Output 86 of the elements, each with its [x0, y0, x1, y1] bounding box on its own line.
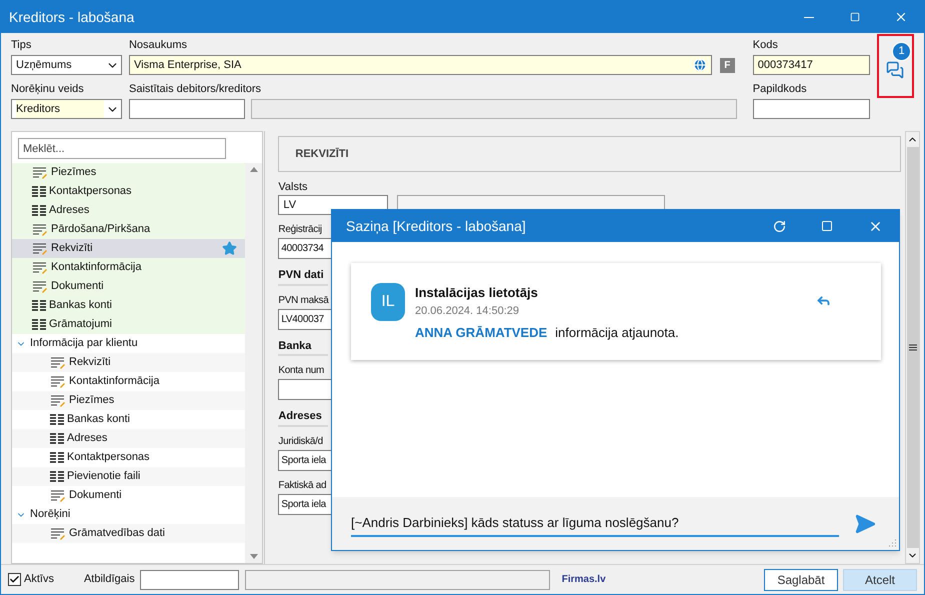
tree-item[interactable]: Rekvizīti	[12, 353, 245, 372]
message-input[interactable]: [~Andris Darbinieks] kāds statuss ar līguma noslēgšanu?	[351, 510, 839, 536]
notification-badge: 1	[892, 42, 912, 61]
active-checkbox[interactable]: Aktīvs	[8, 571, 54, 588]
resize-grip-icon[interactable]	[887, 538, 897, 548]
tree-item[interactable]: Adreses	[12, 201, 245, 220]
form-icon	[50, 490, 66, 502]
message-time: 20.06.2024. 14:50:29	[415, 304, 520, 318]
message-author: Instalācijas lietotājs	[415, 284, 539, 302]
maximize-icon[interactable]	[821, 220, 833, 232]
form-icon	[50, 394, 66, 406]
form-icon	[50, 528, 66, 540]
code-field[interactable]: 000373417	[752, 55, 870, 75]
grip-icon	[908, 344, 917, 351]
table-icon	[50, 452, 64, 464]
field-label: Konta num	[278, 364, 324, 378]
name-field[interactable]: Visma Enterprise, SIA	[128, 55, 712, 75]
form-icon	[32, 262, 48, 274]
field-label: Saistītais debitors/kreditors	[128, 82, 262, 97]
section-heading: Adreses	[278, 408, 328, 426]
star-icon[interactable]	[222, 241, 237, 256]
section-header: REKVIZĪTI	[278, 136, 902, 172]
tree-item[interactable]: Grāmatojumi	[12, 315, 245, 334]
table-icon	[32, 300, 46, 312]
message-text: ANNA GRĀMATVEDE informācija atjaunota.	[415, 324, 680, 342]
linked-creditor-field[interactable]	[128, 99, 245, 119]
tree-item[interactable]: Kontaktinformācija	[12, 258, 245, 277]
table-icon	[32, 186, 46, 198]
field-label: PVN maksā	[278, 294, 328, 308]
window-title: Kreditors - labošana	[9, 8, 136, 26]
maximize-icon[interactable]	[850, 12, 860, 22]
form-icon	[50, 376, 66, 388]
send-icon[interactable]	[854, 512, 876, 534]
save-button[interactable]: Saglabāt	[764, 568, 838, 590]
form-icon	[50, 356, 66, 368]
section-heading: Banka	[278, 338, 328, 356]
tree-item[interactable]: Bankas konti	[12, 296, 245, 315]
tree-item[interactable]: Pievienotie faili	[12, 467, 245, 486]
form-icon	[32, 280, 48, 292]
scrollbar[interactable]	[905, 131, 920, 564]
search-field[interactable]: Meklēt...	[18, 138, 226, 159]
tree-item[interactable]: Pārdošana/Pirkšana	[12, 220, 245, 239]
table-icon	[50, 470, 64, 482]
dialog-title: Saziņa [Kreditors - labošana]	[346, 216, 527, 236]
globe-icon[interactable]	[692, 58, 707, 72]
tree-item[interactable]: Grāmatvedības dati	[12, 524, 245, 543]
form-icon	[32, 224, 48, 236]
message-composer[interactable]: [~Andris Darbinieks] kāds statuss ar līguma noslēgšanu?	[332, 497, 899, 550]
f-badge[interactable]: F	[720, 58, 735, 72]
chat-icon[interactable]	[886, 61, 904, 79]
account-type-select[interactable]: Kreditors	[11, 99, 122, 119]
tree-group[interactable]: Informācija par klientu	[12, 334, 245, 353]
tree-item[interactable]: Piezīmes	[12, 163, 245, 182]
field-label: Reģistrācij	[278, 223, 322, 237]
field-label: Nosaukums	[128, 38, 188, 53]
cancel-button[interactable]: Atcelt	[843, 568, 917, 590]
responsible-field[interactable]	[140, 570, 239, 590]
tree-item[interactable]: Adreses	[12, 429, 245, 448]
field-label: Papildkods	[752, 82, 808, 97]
tree-item[interactable]: Kontaktpersonas	[12, 182, 245, 201]
table-icon	[50, 414, 64, 426]
tree-item[interactable]: Rekvizīti	[12, 239, 245, 258]
field-label: Atbildīgais	[84, 572, 135, 588]
close-icon[interactable]	[894, 10, 908, 24]
table-icon	[32, 318, 46, 330]
field-label: Faktiskā ad	[278, 478, 326, 492]
field-label: Tips	[11, 38, 32, 53]
table-icon	[50, 432, 64, 444]
tree-item[interactable]: Dokumenti	[12, 277, 245, 296]
section-heading: PVN dati	[278, 267, 328, 286]
tree-group[interactable]: Norēķini	[12, 505, 245, 524]
refresh-icon[interactable]	[772, 220, 786, 232]
form-icon	[32, 166, 48, 178]
field-label: Kods	[752, 38, 779, 53]
type-select[interactable]: Uzņēmums	[11, 55, 122, 75]
field-label: Norēķinu veids	[11, 82, 85, 97]
extra-code-field[interactable]	[752, 99, 870, 119]
scrollbar[interactable]	[245, 163, 262, 563]
avatar: IL	[371, 283, 405, 321]
firmas-link[interactable]: Firmas.lv	[562, 572, 606, 587]
tree-item[interactable]: Piezīmes	[12, 391, 245, 410]
check-icon[interactable]	[9, 574, 20, 585]
field-label: Juridiskā/d	[278, 434, 323, 448]
field-label: Valsts	[278, 180, 308, 195]
form-icon	[32, 242, 48, 254]
table-icon	[32, 204, 46, 216]
